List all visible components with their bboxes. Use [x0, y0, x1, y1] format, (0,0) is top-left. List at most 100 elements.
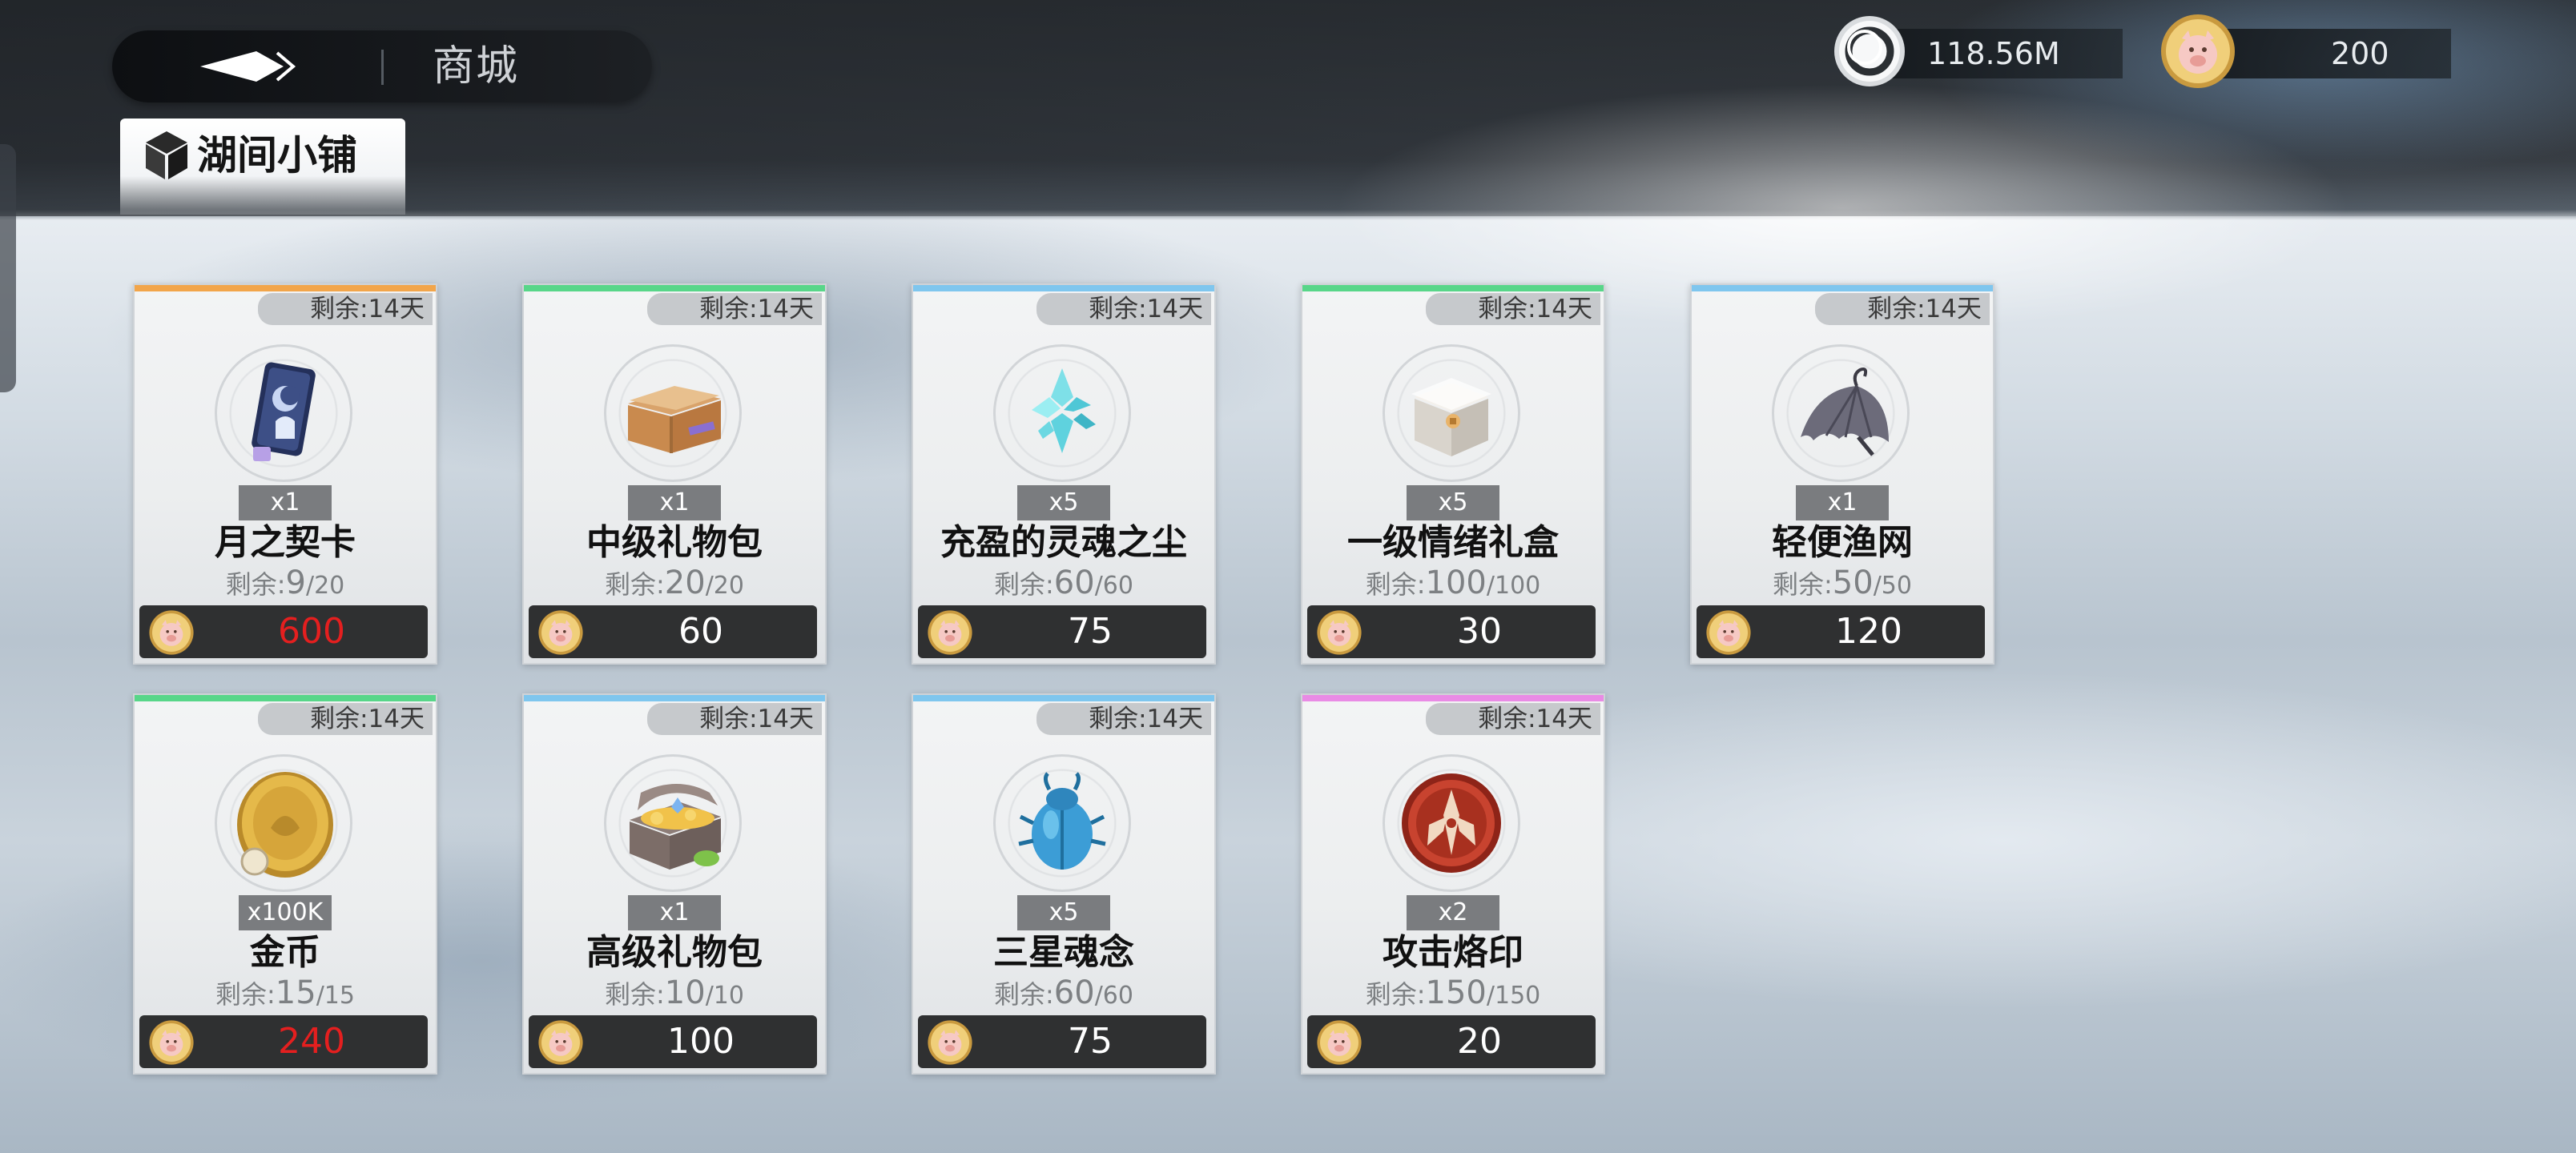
- item-name: 三星魂念: [993, 932, 1134, 973]
- item-price: 30: [1457, 611, 1502, 652]
- stock-total: /150: [1486, 982, 1541, 1010]
- rarity-stripe: [524, 695, 825, 701]
- item-name: 月之契卡: [215, 522, 356, 563]
- item-stock: 剩余:50/50: [1692, 565, 1993, 607]
- shop-item-card[interactable]: 剩余:14天 x1 轻便渔网 剩余:50/50 120: [1690, 283, 1994, 665]
- item-name: 中级礼物包: [586, 522, 763, 563]
- shop-item-card[interactable]: 剩余:14天 x5 充盈的灵魂之尘 剩余:60/60 75: [912, 283, 1216, 665]
- stock-count: 10: [664, 974, 706, 1011]
- stock-total: /20: [305, 572, 345, 600]
- stock-total: /15: [316, 982, 355, 1010]
- pig-coin-icon: [1317, 1020, 1362, 1065]
- item-name: 攻击烙印: [1383, 932, 1523, 973]
- item-stock: 剩余:60/60: [913, 975, 1214, 1017]
- buy-button[interactable]: 240: [139, 1015, 428, 1068]
- item-name: 金币: [250, 932, 320, 973]
- buy-button[interactable]: 100: [529, 1015, 817, 1068]
- item-stock: 剩余:100/100: [1302, 565, 1604, 607]
- rarity-stripe: [913, 695, 1214, 701]
- shop-item-card[interactable]: 剩余:14天 x1 月之契卡 剩余:9/20 600: [133, 283, 437, 665]
- shop-item-card[interactable]: 剩余:14天 x1 高级礼物包 剩余:10/10 100: [522, 693, 827, 1075]
- side-drawer-handle[interactable]: [0, 144, 16, 392]
- remaining-time: 剩余:14天: [647, 703, 822, 735]
- pig-coin-icon: [1317, 610, 1362, 655]
- back-arrow-icon[interactable]: [200, 48, 300, 85]
- item-name: 充盈的灵魂之尘: [940, 522, 1187, 563]
- stock-label: 剩余:: [1365, 979, 1426, 1010]
- item-stock: 剩余:10/10: [524, 975, 825, 1017]
- pig-coin-amount: 200: [2331, 36, 2389, 71]
- item-quantity: x5: [1407, 485, 1499, 520]
- item-quantity: x5: [1017, 485, 1110, 520]
- soul-dust-crystal-icon: [1032, 368, 1096, 453]
- buy-button[interactable]: 600: [139, 605, 428, 658]
- shop-item-card[interactable]: 剩余:14天 x5 三星魂念 剩余:60/60 75: [912, 693, 1216, 1075]
- pig-coin-icon: [2161, 14, 2235, 88]
- tab-lakeside-shop[interactable]: 湖间小铺: [120, 119, 405, 215]
- stock-count: 150: [1425, 974, 1487, 1011]
- item-price: 75: [1068, 1021, 1113, 1062]
- item-name: 高级礼物包: [586, 932, 763, 973]
- stock-total: /60: [1094, 982, 1133, 1010]
- remaining-time: 剩余:14天: [1036, 293, 1211, 325]
- stock-total: /20: [705, 572, 744, 600]
- stock-total: /60: [1094, 572, 1133, 600]
- remaining-time: 剩余:14天: [1426, 703, 1600, 735]
- stock-label: 剩余:: [1773, 569, 1833, 600]
- stock-count: 100: [1425, 564, 1487, 601]
- rarity-stripe: [1692, 285, 1993, 291]
- item-stock: 剩余:9/20: [135, 565, 436, 607]
- silver-amount: 118.56M: [1927, 36, 2060, 71]
- gift-box-open-icon: [628, 386, 721, 453]
- item-name: 轻便渔网: [1772, 522, 1913, 563]
- stock-total: /10: [705, 982, 744, 1010]
- remaining-time: 剩余:14天: [647, 293, 822, 325]
- stock-count: 20: [664, 564, 706, 601]
- item-stock: 剩余:15/15: [135, 975, 436, 1017]
- remaining-time: 剩余:14天: [1036, 703, 1211, 735]
- rarity-stripe: [1302, 285, 1604, 291]
- item-stock: 剩余:60/60: [913, 565, 1214, 607]
- buy-button[interactable]: 75: [918, 605, 1206, 658]
- shop-item-card[interactable]: 剩余:14天 x5 一级情绪礼盒 剩余:100/100 30: [1301, 283, 1605, 665]
- buy-button[interactable]: 30: [1307, 605, 1596, 658]
- stock-total: /100: [1486, 572, 1541, 600]
- item-quantity: x1: [628, 485, 721, 520]
- item-quantity: x1: [628, 895, 721, 930]
- item-quantity: x5: [1017, 895, 1110, 930]
- stock-label: 剩余:: [994, 979, 1054, 1010]
- item-price: 120: [1835, 611, 1902, 652]
- stock-label: 剩余:: [1365, 569, 1426, 600]
- tab-label: 湖间小铺: [197, 131, 357, 179]
- emotion-gift-box-icon: [1411, 378, 1491, 456]
- silver-ring-icon: [1834, 16, 1905, 86]
- moon-contract-card-icon: [252, 362, 316, 461]
- buy-button[interactable]: 20: [1307, 1015, 1596, 1068]
- shop-item-card[interactable]: 剩余:14天 x1 中级礼物包剩余:20/20 60: [522, 283, 827, 665]
- item-price: 600: [278, 611, 345, 652]
- buy-button[interactable]: 120: [1697, 605, 1985, 658]
- blue-scarab-icon: [1018, 772, 1106, 870]
- remaining-time: 剩余:14天: [1426, 293, 1600, 325]
- stock-label: 剩余:: [215, 979, 276, 1010]
- stock-label: 剩余:: [605, 569, 665, 600]
- pig-coin-icon: [538, 610, 583, 655]
- buy-button[interactable]: 75: [918, 1015, 1206, 1068]
- pig-coin-icon: [928, 610, 972, 655]
- pig-coin-icon: [149, 1020, 194, 1065]
- item-quantity: x100K: [239, 895, 332, 930]
- rarity-stripe: [135, 695, 436, 701]
- item-price: 240: [278, 1021, 345, 1062]
- item-quantity: x1: [1796, 485, 1889, 520]
- treasure-chest-icon: [630, 784, 721, 870]
- item-stock: 剩余:150/150: [1302, 975, 1604, 1017]
- shop-item-card[interactable]: 剩余:14天 x100K 金币 剩余:15/15 240: [133, 693, 437, 1075]
- cube-box-icon: [146, 131, 187, 179]
- remaining-time: 剩余:14天: [1815, 293, 1990, 325]
- shop-item-card[interactable]: 剩余:14天 x2 攻击烙印 剩余:150/150 20: [1301, 693, 1605, 1075]
- pig-coin-icon: [1706, 610, 1751, 655]
- buy-button[interactable]: 60: [529, 605, 817, 658]
- stock-label: 剩余:: [605, 979, 665, 1010]
- item-price: 75: [1068, 611, 1113, 652]
- fishing-net-icon: [1801, 368, 1889, 456]
